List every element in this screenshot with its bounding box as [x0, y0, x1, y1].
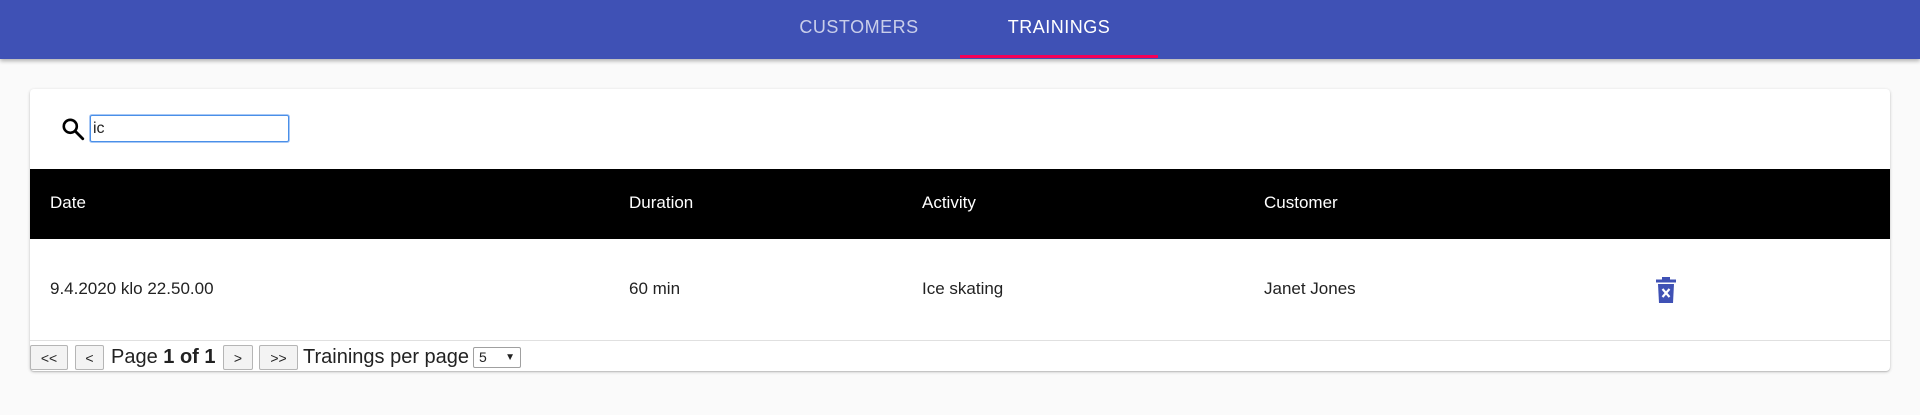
tab-customers-label: CUSTOMERS [799, 17, 919, 37]
tab-customers[interactable]: CUSTOMERS [760, 0, 958, 59]
page-indicator: Page 1 of 1 [111, 345, 216, 370]
next-page-button[interactable]: > [223, 345, 253, 370]
column-header-customer[interactable]: Customer [1264, 193, 1338, 213]
page-current: 1 of 1 [163, 346, 216, 368]
cell-activity: Ice skating [922, 279, 1004, 298]
previous-page-button[interactable]: < [75, 345, 104, 370]
tab-trainings[interactable]: TRAININGS [960, 0, 1158, 59]
column-header-duration[interactable]: Duration [629, 193, 693, 213]
column-header-activity[interactable]: Activity [922, 193, 976, 213]
per-page-value: 5 [479, 349, 487, 365]
delete-icon[interactable] [1655, 276, 1677, 304]
dropdown-arrow-icon: ▼ [505, 352, 515, 363]
tab-trainings-label: TRAININGS [1007, 17, 1111, 37]
cell-date: 9.4.2020 klo 22.50.00 [50, 279, 214, 298]
per-page-label: Trainings per page [303, 346, 470, 368]
page-prefix: Page [111, 346, 158, 368]
app-bar: CUSTOMERS TRAININGS [0, 0, 1920, 59]
search-input[interactable] [90, 115, 289, 142]
per-page-select[interactable]: 5 ▼ [473, 347, 521, 368]
cell-duration: 60 min [629, 279, 681, 298]
first-page-button[interactable]: << [30, 345, 68, 370]
cell-customer: Janet Jones [1264, 279, 1356, 298]
active-tab-indicator [960, 55, 1158, 58]
column-header-date[interactable]: Date [50, 193, 86, 213]
search-icon [62, 118, 85, 141]
row-divider [30, 340, 1890, 341]
last-page-button[interactable]: >> [259, 345, 298, 370]
